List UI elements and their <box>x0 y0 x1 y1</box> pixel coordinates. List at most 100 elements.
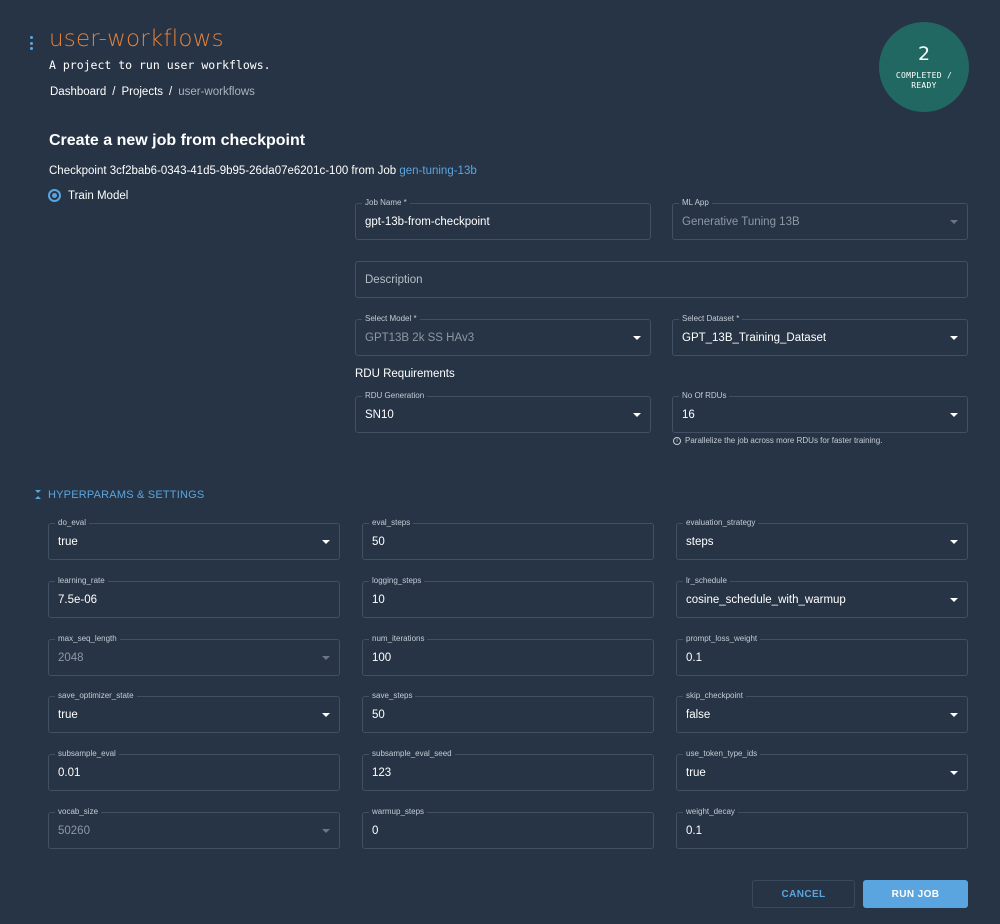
dropdown-caret-icon <box>950 413 958 417</box>
field-value: 10 <box>372 594 385 606</box>
breadcrumb: Dashboard / Projects / user-workflows <box>50 86 255 98</box>
field-value: 0.1 <box>686 825 702 837</box>
hyperparam-skip-checkpoint-select[interactable]: skip_checkpointfalse <box>676 691 968 733</box>
field-value: gpt-13b-from-checkpoint <box>365 216 490 228</box>
train-model-option[interactable]: Train Model <box>48 189 128 202</box>
dropdown-caret-icon <box>950 336 958 340</box>
field-placeholder: Description <box>365 274 423 286</box>
checkpoint-info: Checkpoint 3cf2bab6-0343-41d5-9b95-26da0… <box>49 165 477 177</box>
field-value: SN10 <box>365 409 394 421</box>
dropdown-caret-icon <box>950 220 958 224</box>
field-value: 50 <box>372 709 385 721</box>
field-value: 16 <box>682 409 695 421</box>
field-label: evaluation_strategy <box>683 518 759 528</box>
breadcrumb-dashboard[interactable]: Dashboard <box>50 86 106 98</box>
field-label: Select Model * <box>362 314 420 324</box>
ml-app-select[interactable]: ML App Generative Tuning 13B <box>672 198 968 240</box>
dropdown-caret-icon <box>322 656 330 660</box>
breadcrumb-projects[interactable]: Projects <box>121 86 163 98</box>
select-model-select[interactable]: Select Model * GPT13B 2k SS HAv3 <box>355 314 651 356</box>
hyperparam-num-iterations-input[interactable]: num_iterations 100 <box>362 634 654 676</box>
dropdown-caret-icon <box>950 540 958 544</box>
hyperparam-lr-schedule-select[interactable]: lr_schedule cosine_schedule_with_warmup <box>676 576 968 618</box>
source-job-link[interactable]: gen-tuning-13b <box>399 165 476 177</box>
breadcrumb-separator: / <box>112 86 116 98</box>
dropdown-caret-icon <box>950 713 958 717</box>
field-label: vocab_size <box>55 807 102 817</box>
field-value: true <box>58 536 78 548</box>
status-badge: 2 COMPLETED / READY <box>879 22 969 112</box>
hyperparam-max-seq-length-select: max_seq_length 2048 <box>48 634 340 676</box>
field-label: save_steps <box>369 691 416 701</box>
dropdown-caret-icon <box>322 713 330 717</box>
kebab-menu-icon[interactable] <box>28 36 34 50</box>
dropdown-caret-icon <box>633 336 641 340</box>
field-label: weight_decay <box>683 807 738 817</box>
hyperparams-toggle[interactable]: HYPERPARAMS & SETTINGS <box>35 489 204 501</box>
field-label: Job Name * <box>362 198 410 208</box>
run-job-button[interactable]: RUN JOB <box>863 880 968 908</box>
field-label: RDU Generation <box>362 391 428 401</box>
field-label: lr_schedule <box>683 576 730 586</box>
num-rdus-select[interactable]: No Of RDUs 16 <box>672 391 968 433</box>
checkpoint-text: Checkpoint 3cf2bab6-0343-41d5-9b95-26da0… <box>49 165 400 177</box>
field-label: Select Dataset * <box>679 314 743 324</box>
field-value: 50260 <box>58 825 90 837</box>
rdu-helper-text: Parallelize the job across more RDUs for… <box>685 436 883 445</box>
collapse-arrows-icon <box>35 489 41 501</box>
rdu-requirements-title: RDU Requirements <box>355 368 455 380</box>
hyperparam-do-eval-select[interactable]: do_eval true <box>48 518 340 560</box>
dropdown-caret-icon <box>322 829 330 833</box>
hyperparam-learning-rate-input[interactable]: learning_rate 7.5e-06 <box>48 576 340 618</box>
field-value: 7.5e-06 <box>58 594 98 606</box>
hyperparam-logging-steps-input[interactable]: logging_steps 10 <box>362 576 654 618</box>
field-label: num_iterations <box>369 634 428 644</box>
hyperparam-weight-decay-input[interactable]: weight_decay 0.1 <box>676 807 968 849</box>
field-label: No Of RDUs <box>679 391 730 401</box>
field-label: subsample_eval <box>55 749 119 759</box>
hyperparam-subsample-eval-seed-input[interactable]: subsample_eval_seed 123 <box>362 749 654 791</box>
field-value: false <box>686 709 711 721</box>
field-label: skip_checkpoint <box>683 691 746 701</box>
field-value: 0.01 <box>58 767 81 779</box>
field-value: 2048 <box>58 652 84 664</box>
radio-selected-icon[interactable] <box>48 189 61 202</box>
field-label: use_token_type_ids <box>683 749 761 759</box>
field-value: 123 <box>372 767 392 779</box>
create-job-page: user-workflows A project to run user wor… <box>0 0 1000 924</box>
field-label: max_seq_length <box>55 634 120 644</box>
field-label: subsample_eval_seed <box>369 749 455 759</box>
hyperparam-save-steps-input[interactable]: save_steps 50 <box>362 691 654 733</box>
hyperparam-use-token-type-ids-select[interactable]: use_token_type_ids true <box>676 749 968 791</box>
rdu-helper: i Parallelize the job across more RDUs f… <box>673 436 882 445</box>
field-value: 0.1 <box>686 652 702 664</box>
train-model-label: Train Model <box>68 189 129 202</box>
project-title: user-workflows <box>49 26 224 52</box>
select-dataset-select[interactable]: Select Dataset * GPT_13B_Training_Datase… <box>672 314 968 356</box>
hyperparam-vocab-size-select: vocab_size 50260 <box>48 807 340 849</box>
cancel-button[interactable]: CANCEL <box>752 880 855 908</box>
breadcrumb-current: user-workflows <box>178 86 255 98</box>
field-value: GPT13B 2k SS HAv3 <box>365 332 475 344</box>
field-value: steps <box>686 536 714 548</box>
hyperparam-eval-steps-input[interactable]: eval_steps 50 <box>362 518 654 560</box>
field-value: cosine_schedule_with_warmup <box>686 594 846 606</box>
field-label: learning_rate <box>55 576 108 586</box>
field-label: logging_steps <box>369 576 425 586</box>
dropdown-caret-icon <box>950 771 958 775</box>
status-label: COMPLETED / READY <box>895 71 953 90</box>
hyperparam-save-optimizer-state-select[interactable]: save_optimizer_state true <box>48 691 340 733</box>
field-label: save_optimizer_state <box>55 691 137 701</box>
hyperparam-warmup-steps-input[interactable]: warmup_steps 0 <box>362 807 654 849</box>
info-circle-icon: i <box>673 436 681 445</box>
job-name-field[interactable]: Job Name * gpt-13b-from-checkpoint <box>355 198 651 240</box>
field-label: ML App <box>679 198 712 208</box>
description-field[interactable]: Description <box>355 261 968 298</box>
status-count: 2 <box>917 43 931 65</box>
field-label: prompt_loss_weight <box>683 634 761 644</box>
project-description: A project to run user workflows. <box>49 58 271 72</box>
hyperparam-prompt-loss-weight-input[interactable]: prompt_loss_weight 0.1 <box>676 634 968 676</box>
hyperparam-evaluation-strategy-select[interactable]: evaluation_strategysteps <box>676 518 968 560</box>
rdu-generation-select[interactable]: RDU Generation SN10 <box>355 391 651 433</box>
hyperparam-subsample-eval-input[interactable]: subsample_eval 0.01 <box>48 749 340 791</box>
